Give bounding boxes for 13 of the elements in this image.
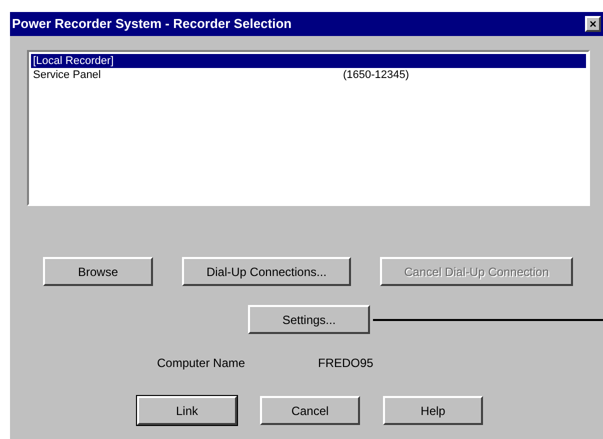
computer-name-value: FREDO95 — [318, 355, 374, 372]
dialog-button[interactable]: Browse — [43, 257, 153, 286]
window-title: Power Recorder System - Recorder Selection — [12, 15, 292, 34]
dialog-button[interactable]: Cancel — [260, 396, 360, 425]
dialog-button[interactable]: Dial-Up Connections... — [182, 257, 351, 286]
dialog-button[interactable]: Help — [383, 396, 483, 425]
recorder-item[interactable]: [Local Recorder] — [31, 54, 586, 68]
recorder-list[interactable]: [Local Recorder] Service Panel (1650-12345) — [27, 50, 590, 206]
computer-name-label: Computer Name — [157, 355, 246, 372]
close-button[interactable]: × — [585, 16, 601, 32]
dialog-button[interactable]: Settings... — [248, 305, 370, 334]
recorder-item[interactable]: Service Panel (1650-12345) — [31, 68, 586, 82]
link-button[interactable]: Link — [137, 396, 237, 425]
